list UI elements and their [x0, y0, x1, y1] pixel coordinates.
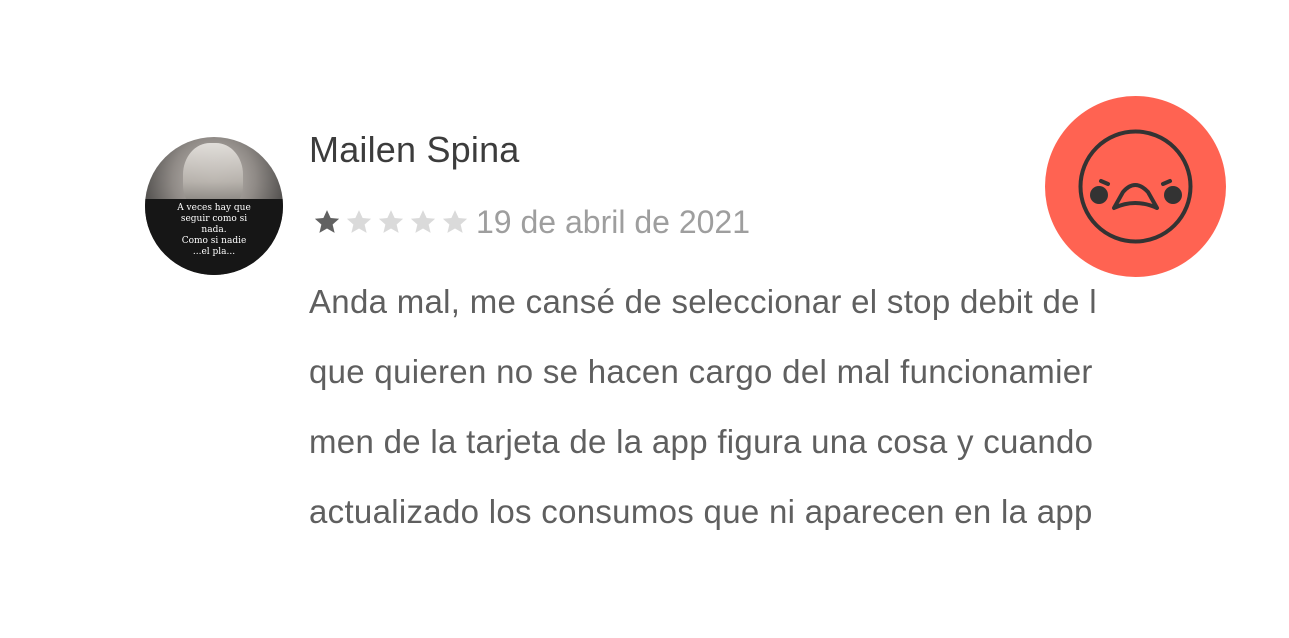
- avatar: A veces hay que seguir como si nada. Com…: [145, 137, 283, 275]
- review-text: Anda mal, me cansé de seleccionar el sto…: [309, 284, 1223, 544]
- star-icon: [376, 207, 406, 237]
- star-icon: [344, 207, 374, 237]
- review-text-line: men de la tarjeta de la app figura una c…: [309, 423, 1094, 460]
- star-icon: [408, 207, 438, 237]
- avatar-caption: A veces hay que seguir como si nada. Com…: [177, 203, 251, 257]
- angry-face-icon: [1078, 129, 1193, 244]
- review-text-line: actualizado los consumos que ni aparecen…: [309, 493, 1093, 530]
- review-text-line: que quieren no se hacen cargo del mal fu…: [309, 353, 1093, 390]
- review-card: A veces hay que seguir como si nada. Com…: [0, 0, 1289, 638]
- sentiment-badge: [1045, 96, 1226, 277]
- author-name: Mailen Spina: [309, 129, 520, 170]
- star-icon: [440, 207, 470, 237]
- review-text-line: Anda mal, me cansé de seleccionar el sto…: [309, 284, 1097, 320]
- review-date: 19 de abril de 2021: [476, 203, 750, 240]
- star-icon: [312, 207, 342, 237]
- rating-row: 19 de abril de 2021: [312, 200, 750, 244]
